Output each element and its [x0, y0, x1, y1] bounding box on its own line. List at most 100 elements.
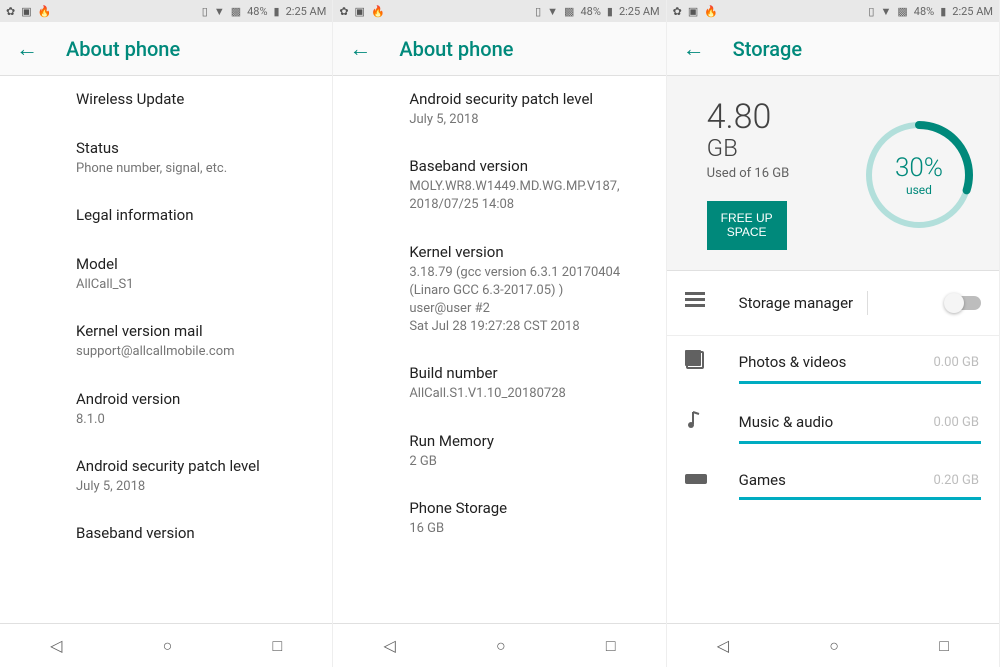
category-name: Games	[739, 471, 786, 489]
setting-title: Android version	[76, 390, 312, 408]
wifi-icon: ▼	[880, 5, 891, 18]
settings-list[interactable]: Android security patch levelJuly 5, 2018…	[333, 76, 665, 623]
storage-category[interactable]: Photos & videos0.00 GB	[667, 336, 999, 384]
category-bar	[739, 441, 981, 444]
storage-manager-toggle[interactable]	[947, 296, 981, 310]
music-icon	[685, 410, 709, 435]
setting-title: Run Memory	[409, 432, 645, 450]
app-bar: ← About phone	[333, 22, 665, 76]
games-icon	[685, 470, 709, 491]
free-up-button[interactable]: FREE UP SPACE	[707, 201, 787, 250]
picture-icon: ▣	[688, 5, 698, 18]
battery-icon: ▮	[940, 5, 946, 18]
panel-about-2: ✿ ▣ 🔥 ▯ ▼ ▩ 48% ▮ 2:25 AM ← About phone …	[333, 0, 666, 667]
picture-icon: ▣	[355, 5, 365, 18]
setting-title: Baseband version	[409, 157, 645, 175]
setting-item[interactable]: Kernel version mailsupport@allcallmobile…	[76, 308, 312, 375]
setting-item[interactable]: Build number AllCall.S1.V1.10_20180728	[409, 350, 645, 417]
storage-used-of: Used of 16 GB	[707, 166, 859, 181]
setting-item[interactable]: Kernel version 3.18.79 (gcc version 6.3.1…	[409, 229, 645, 351]
nav-recent[interactable]: □	[273, 636, 283, 656]
settings-list[interactable]: Wireless Update Status Phone number, signa…	[0, 76, 332, 623]
vibrate-icon: ▯	[868, 5, 874, 18]
nav-back[interactable]: ◁	[383, 636, 395, 655]
setting-subtitle: Phone number, signal, etc.	[76, 160, 312, 178]
status-bar: ✿ ▣ 🔥 ▯ ▼ ▩ 48% ▮ 2:25 AM	[0, 0, 332, 22]
nav-recent[interactable]: □	[939, 636, 949, 656]
panel-about-1: ✿ ▣ 🔥 ▯ ▼ ▩ 48% ▮ 2:25 AM ← About phone …	[0, 0, 333, 667]
vibrate-icon: ▯	[535, 5, 541, 18]
storage-used-value: 4.80	[707, 100, 859, 134]
back-button[interactable]: ←	[349, 36, 371, 62]
setting-subtitle: AllCall.S1.V1.10_20180728	[409, 385, 645, 403]
page-title: About phone	[399, 37, 513, 61]
setting-title: Status	[76, 139, 312, 157]
setting-subtitle: support@allcallmobile.com	[76, 343, 312, 361]
setting-title: Kernel version	[409, 243, 645, 261]
setting-subtitle: MOLY.WR8.W1449.MD.WG.MP.V187, 2018/07/25…	[409, 178, 645, 214]
setting-subtitle: July 5, 2018	[409, 111, 645, 129]
storage-percent: 30%	[895, 153, 943, 183]
setting-title: Baseband version	[76, 524, 312, 542]
wifi-icon: ▼	[214, 5, 225, 18]
storage-manager-label: Storage manager	[739, 294, 854, 312]
nav-bar: ◁ ○ □	[333, 623, 665, 667]
storage-used-unit: GB	[707, 134, 859, 162]
setting-item[interactable]: Phone Storage16 GB	[409, 485, 645, 552]
nav-home[interactable]: ○	[829, 636, 839, 656]
category-name: Photos & videos	[739, 353, 847, 371]
wifi-icon: ▼	[547, 5, 558, 18]
category-name: Music & audio	[739, 413, 833, 431]
setting-item[interactable]: Legal information	[76, 192, 312, 241]
notification-icon: 🔥	[371, 5, 385, 18]
notification-icon: 🔥	[38, 5, 52, 18]
back-button[interactable]: ←	[683, 36, 705, 62]
storage-category[interactable]: Games 0.20 GB	[667, 456, 999, 500]
setting-title: Model	[76, 255, 312, 273]
setting-item[interactable]: Baseband version MOLY.WR8.W1449.MD.WG.MP.…	[409, 143, 645, 228]
setting-item[interactable]: Wireless Update	[76, 76, 312, 125]
status-bar: ✿ ▣ 🔥 ▯ ▼ ▩ 48% ▮ 2:25 AM	[667, 0, 999, 22]
panel-storage: ✿ ▣ 🔥 ▯ ▼ ▩ 48% ▮ 2:25 AM ← Storage 4.80…	[667, 0, 1000, 667]
battery-icon: ▮	[607, 5, 613, 18]
nav-back[interactable]: ◁	[50, 636, 62, 655]
app-bar: ← Storage	[667, 22, 999, 76]
category-size: 0.20 GB	[933, 473, 979, 488]
storage-manager-row[interactable]: Storage manager	[667, 271, 999, 336]
nav-back[interactable]: ◁	[717, 636, 729, 655]
setting-item[interactable]: Android security patch levelJuly 5, 2018	[409, 76, 645, 143]
category-bar	[739, 381, 981, 384]
setting-title: Build number	[409, 364, 645, 382]
setting-title: Legal information	[76, 206, 312, 224]
vibrate-icon: ▯	[202, 5, 208, 18]
status-bar: ✿ ▣ 🔥 ▯ ▼ ▩ 48% ▮ 2:25 AM	[333, 0, 665, 22]
battery-pct: 48%	[914, 5, 934, 18]
notification-icon: 🔥	[704, 5, 718, 18]
setting-item[interactable]: Baseband version	[76, 510, 312, 559]
settings-icon: ✿	[673, 5, 682, 18]
setting-item[interactable]: ModelAllCall_S1	[76, 241, 312, 308]
clock: 2:25 AM	[619, 5, 660, 18]
nav-home[interactable]: ○	[163, 636, 173, 656]
back-button[interactable]: ←	[16, 36, 38, 62]
clock: 2:25 AM	[286, 5, 327, 18]
nav-home[interactable]: ○	[496, 636, 506, 656]
setting-subtitle: 16 GB	[409, 520, 645, 538]
setting-subtitle: 3.18.79 (gcc version 6.3.1 20170404 (Lin…	[409, 264, 645, 337]
setting-item[interactable]: Run Memory2 GB	[409, 418, 645, 485]
storage-ring: 30% used	[859, 115, 979, 235]
storage-category[interactable]: Music & audio0.00 GB	[667, 396, 999, 444]
nav-bar: ◁ ○ □	[667, 623, 999, 667]
page-title: Storage	[733, 37, 802, 61]
setting-item[interactable]: Android version8.1.0	[76, 376, 312, 443]
setting-subtitle: July 5, 2018	[76, 478, 312, 496]
nosim-icon: ▩	[231, 5, 241, 18]
battery-pct: 48%	[580, 5, 600, 18]
nav-recent[interactable]: □	[606, 636, 616, 656]
settings-icon: ✿	[6, 5, 15, 18]
category-bar	[739, 497, 981, 500]
clock: 2:25 AM	[952, 5, 993, 18]
app-bar: ← About phone	[0, 22, 332, 76]
setting-item[interactable]: Android security patch levelJuly 5, 2018	[76, 443, 312, 510]
setting-item[interactable]: Status Phone number, signal, etc.	[76, 125, 312, 192]
